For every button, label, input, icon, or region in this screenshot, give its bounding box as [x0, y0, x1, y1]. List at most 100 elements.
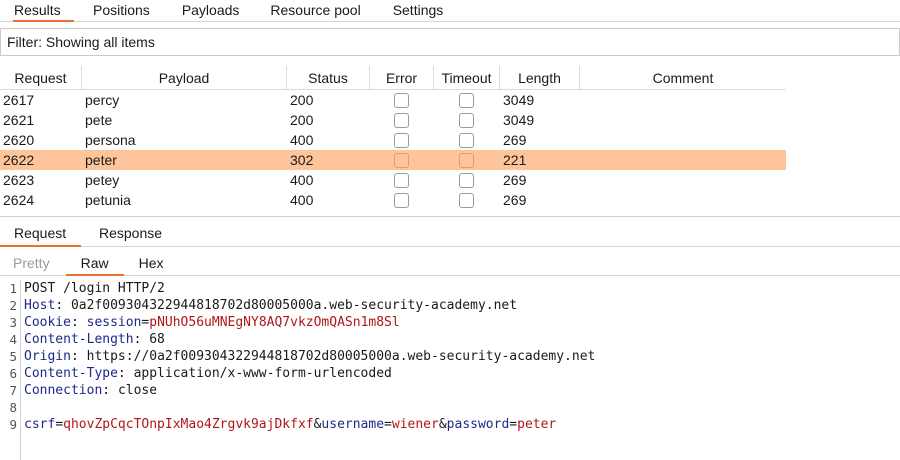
filter-bar[interactable]: Filter: Showing all items	[0, 28, 900, 56]
timeout-checkbox[interactable]	[459, 113, 474, 128]
cell-length: 3049	[503, 92, 535, 108]
cell-comment	[580, 110, 786, 130]
line-number: 3	[9, 315, 17, 330]
tab-request[interactable]: Request	[0, 222, 81, 247]
error-checkbox[interactable]	[394, 93, 409, 108]
cell-comment	[580, 150, 786, 170]
request-line: POST /login HTTP/2	[24, 280, 595, 297]
cell-timeout	[434, 190, 500, 210]
line-number-gutter: 1 2 3 4 5 6 7 8 9	[0, 280, 21, 460]
request-body-line: csrf=qhovZpCqcTOnpIxMao4Zrgvk9ajDkfxf&us…	[24, 417, 557, 432]
error-checkbox[interactable]	[394, 133, 409, 148]
cookie-name: session	[86, 315, 142, 330]
cell-payload: percy	[85, 92, 120, 108]
timeout-checkbox[interactable]	[459, 193, 474, 208]
tab-positions[interactable]: Positions	[93, 0, 150, 22]
param-value: peter	[517, 417, 557, 432]
error-checkbox[interactable]	[394, 113, 409, 128]
cell-request: 2622	[3, 152, 35, 168]
line-number: 5	[9, 349, 17, 364]
line-number: 6	[9, 366, 17, 381]
cell-request: 2623	[3, 172, 35, 188]
timeout-checkbox[interactable]	[459, 173, 474, 188]
cell-request: 2620	[3, 132, 35, 148]
cell-comment	[580, 130, 786, 150]
cell-payload: peter	[85, 152, 117, 168]
header-line-connection: Connection: close	[24, 383, 158, 398]
header-key: Origin	[24, 349, 71, 364]
code-area[interactable]: POST /login HTTP/2 Host: 0a2f00930432294…	[24, 280, 595, 433]
results-table: Request Payload Status Error Timeout Len…	[0, 66, 786, 210]
param-key: username	[321, 417, 385, 432]
cell-request: 2617	[3, 92, 35, 108]
tab-pretty[interactable]: Pretty	[13, 252, 50, 276]
line-number: 7	[9, 383, 17, 398]
header-value: https://0a2f009304322944818702d80005000a…	[86, 349, 596, 364]
header-line-content-type: Content-Type: application/x-www-form-url…	[24, 366, 392, 381]
cell-length: 221	[503, 152, 527, 168]
column-header-payload[interactable]: Payload	[82, 66, 287, 90]
column-header-length[interactable]: Length	[500, 66, 580, 90]
view-tab-bar: Pretty Raw Hex	[0, 252, 900, 276]
column-header-request[interactable]: Request	[0, 66, 82, 90]
cell-status: 400	[290, 172, 314, 188]
tab-payloads[interactable]: Payloads	[182, 0, 240, 22]
table-header: Request Payload Status Error Timeout Len…	[0, 66, 786, 90]
header-key: Connection	[24, 383, 103, 398]
cell-timeout	[434, 130, 500, 150]
cell-error	[370, 170, 434, 190]
table-row[interactable]: 2620 persona 400 269	[0, 130, 786, 150]
timeout-checkbox[interactable]	[459, 133, 474, 148]
cell-payload: petey	[85, 172, 120, 188]
param-key: csrf	[24, 417, 56, 432]
cell-error	[370, 110, 434, 130]
cell-error	[370, 150, 434, 170]
param-value: qhovZpCqcTOnpIxMao4Zrgvk9ajDkfxf	[63, 417, 314, 432]
timeout-checkbox[interactable]	[459, 93, 474, 108]
pane-divider[interactable]	[0, 216, 900, 217]
param-value: wiener	[391, 417, 439, 432]
request-line-text: POST /login HTTP/2	[24, 281, 165, 296]
cell-payload: pete	[85, 112, 113, 128]
raw-request-editor[interactable]: 1 2 3 4 5 6 7 8 9 POST /login HTTP/2 Hos…	[0, 280, 900, 460]
header-key: Content-Length	[24, 332, 134, 347]
cell-length: 269	[503, 192, 527, 208]
tab-settings[interactable]: Settings	[393, 0, 444, 22]
timeout-checkbox[interactable]	[459, 153, 474, 168]
table-row-selected[interactable]: 2622 peter 302 221	[0, 150, 786, 170]
error-checkbox[interactable]	[394, 193, 409, 208]
column-header-error[interactable]: Error	[370, 66, 434, 90]
column-header-comment[interactable]: Comment	[580, 66, 786, 90]
table-row[interactable]: 2621 pete 200 3049	[0, 110, 786, 130]
table-body: 2617 percy 200 3049 2621 pete 200 3049 2…	[0, 90, 786, 210]
tab-resource-pool[interactable]: Resource pool	[270, 0, 360, 22]
header-line-content-length: Content-Length: 68	[24, 332, 165, 347]
error-checkbox[interactable]	[394, 173, 409, 188]
cell-comment	[580, 170, 786, 190]
header-value: close	[117, 383, 158, 398]
param-key: password	[446, 417, 510, 432]
header-line-host: Host: 0a2f009304322944818702d80005000a.w…	[24, 298, 518, 313]
cell-status: 400	[290, 132, 314, 148]
header-key: Content-Type	[24, 366, 118, 381]
column-header-status[interactable]: Status	[287, 66, 370, 90]
tab-raw[interactable]: Raw	[65, 252, 124, 276]
tab-response[interactable]: Response	[99, 222, 162, 247]
top-tab-bar: Results Positions Payloads Resource pool…	[0, 0, 900, 22]
line-number: 2	[9, 298, 17, 313]
cell-status: 200	[290, 112, 314, 128]
line-number: 1	[9, 281, 17, 296]
tab-results[interactable]: Results	[13, 0, 74, 22]
error-checkbox[interactable]	[394, 153, 409, 168]
header-key: Host	[24, 298, 56, 313]
cookie-value: pNUhO56uMNEgNY8AQ7vkzOmQASn1m8Sl	[149, 315, 400, 330]
table-row[interactable]: 2624 petunia 400 269	[0, 190, 786, 210]
table-row[interactable]: 2617 percy 200 3049	[0, 90, 786, 110]
cell-timeout	[434, 90, 500, 110]
cell-length: 269	[503, 172, 527, 188]
column-header-timeout[interactable]: Timeout	[434, 66, 500, 90]
tab-hex[interactable]: Hex	[139, 252, 164, 276]
table-row[interactable]: 2623 petey 400 269	[0, 170, 786, 190]
header-key: Cookie	[24, 315, 71, 330]
header-line-cookie: Cookie: session=pNUhO56uMNEgNY8AQ7vkzOmQ…	[24, 315, 400, 330]
